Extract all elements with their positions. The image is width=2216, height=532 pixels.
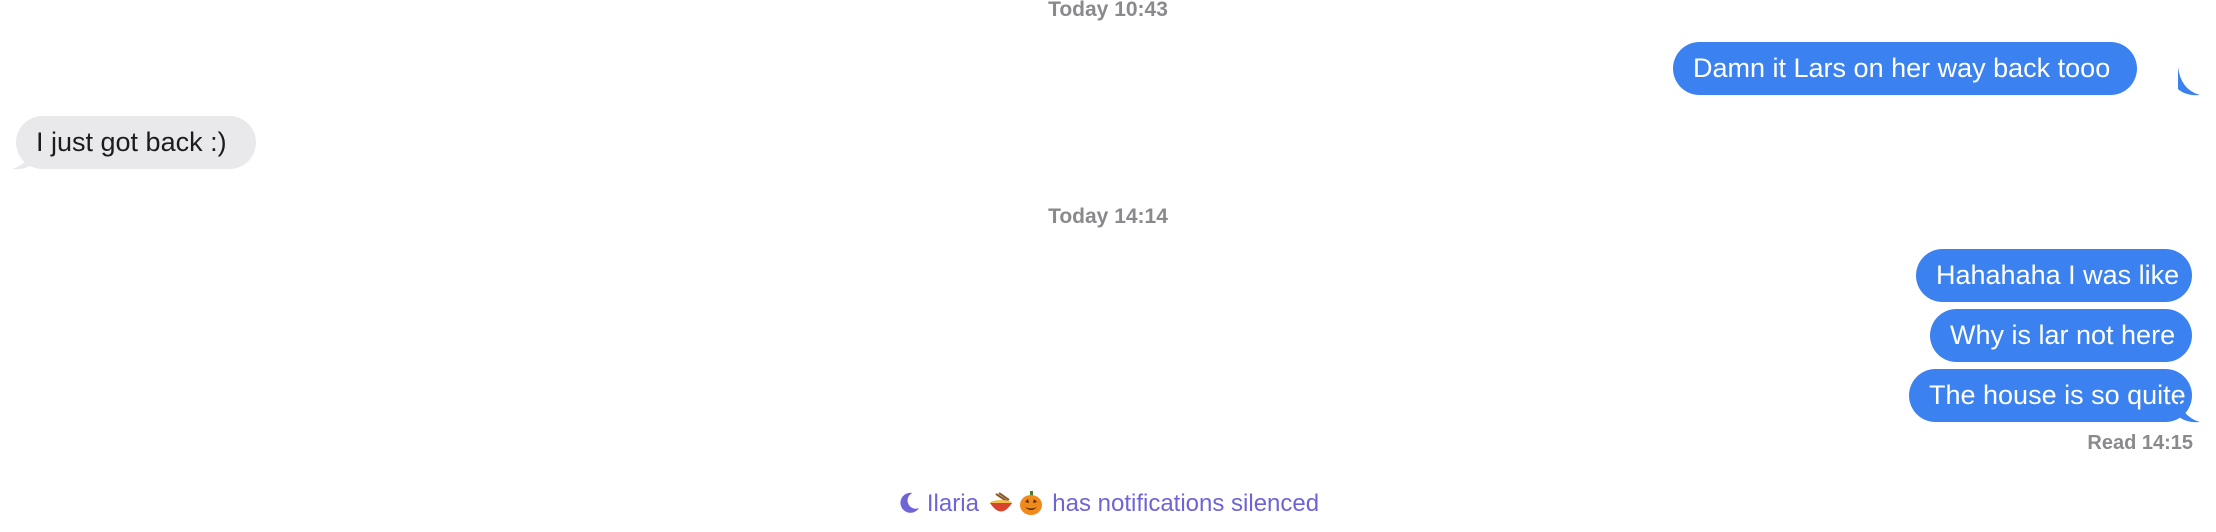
message-transcript[interactable]: Today 10:43 Damn it Lars on her way back…	[0, 0, 2216, 532]
read-receipt: Read 14:15	[2087, 432, 2193, 454]
message-bubble-outgoing[interactable]: The house is so quite	[1909, 369, 2192, 422]
message-bubble-outgoing[interactable]: Damn it Lars on her way back tooo	[1673, 42, 2137, 95]
message-bubble-incoming[interactable]: I just got back :)	[16, 116, 256, 169]
timestamp: Today 14:14	[1048, 205, 1168, 228]
silenced-status-text: has notifications silenced	[1052, 490, 1320, 517]
bubble-tail-icon	[12, 141, 34, 170]
message-bubble-outgoing[interactable]: Hahahaha I was like	[1916, 249, 2192, 302]
focus-status-banner: Ilaria has notifications silenced	[0, 490, 2216, 523]
bubble-tail-icon	[2178, 67, 2200, 96]
moon-icon	[897, 491, 921, 522]
timestamp: Today 10:43	[1048, 0, 1168, 21]
bubble-tail-icon	[2178, 394, 2200, 423]
jack-o-lantern-icon	[1018, 490, 1044, 523]
ramen-bowl-icon	[988, 490, 1014, 523]
message-bubble-outgoing[interactable]: Why is lar not here	[1930, 309, 2192, 362]
contact-name: Ilaria	[926, 490, 979, 517]
